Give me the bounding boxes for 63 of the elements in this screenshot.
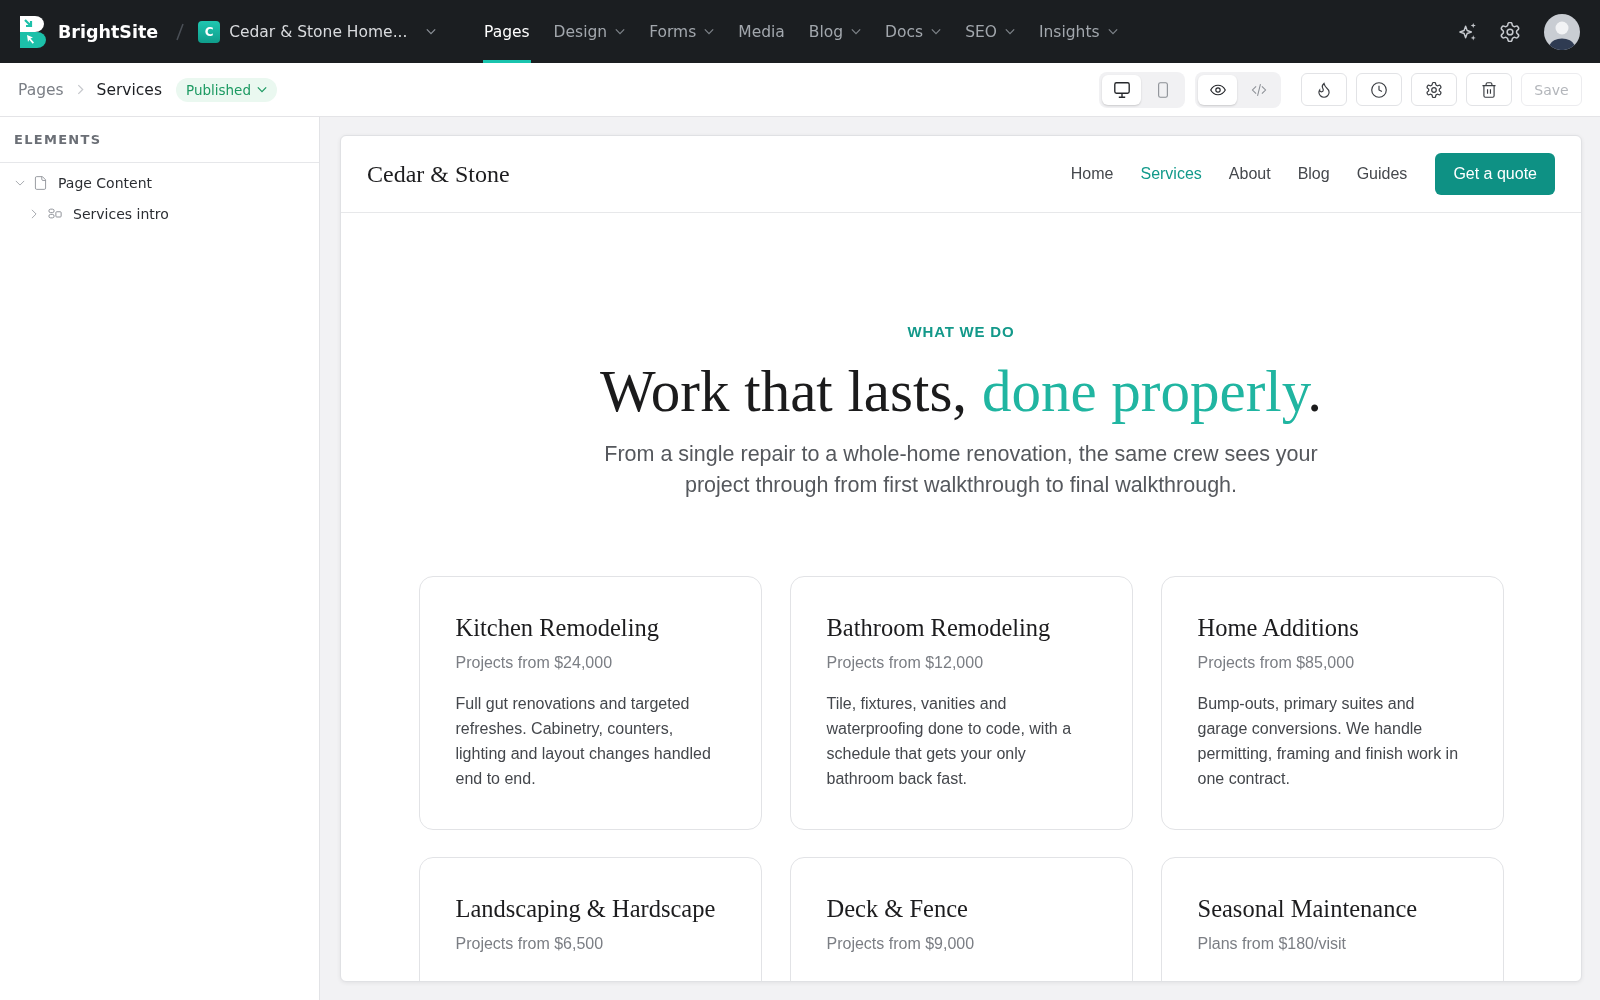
sparkle-icon (1458, 21, 1478, 42)
settings-icon (1426, 81, 1442, 98)
site-nav-link[interactable]: Services (1140, 165, 1202, 183)
flame-icon (1316, 81, 1332, 98)
logo-icon (20, 15, 46, 48)
card-price: Projects from $9,000 (826, 934, 976, 954)
nav-tab[interactable]: Docs (884, 0, 943, 63)
nav-tab[interactable]: Design (552, 0, 627, 63)
separator-line (176, 22, 185, 41)
card-title: Kitchen Remodeling (455, 613, 660, 643)
site-nav-link[interactable]: About (1228, 165, 1271, 183)
breadcrumb-current: Services (96, 80, 162, 99)
tree-item[interactable]: Services intro (0, 198, 319, 229)
page-settings-button[interactable] (1411, 73, 1457, 106)
card-price: Projects from $85,000 (1197, 653, 1356, 673)
trash-icon (1481, 81, 1497, 98)
card-price: Projects from $6,500 (455, 934, 605, 954)
theme-button[interactable] (1301, 73, 1347, 106)
monitor-icon (1113, 81, 1130, 98)
code-icon (1250, 81, 1267, 98)
settings-icon (1500, 21, 1520, 42)
chevron-right-icon (76, 84, 84, 95)
caret-icon (257, 86, 267, 93)
quote-button[interactable]: Get a quote (1435, 153, 1555, 195)
card-price: Projects from $24,000 (455, 653, 614, 673)
panel-title: ELEMENTS (14, 132, 102, 147)
nav-tab[interactable]: Insights (1037, 0, 1119, 63)
card-title: Bathroom Remodeling (826, 613, 1052, 643)
site-logo-text: Cedar & Stone (367, 160, 510, 188)
hero-headline: Work that lasts, done properly. (599, 358, 1323, 425)
nav-tab[interactable]: Blog (807, 0, 863, 63)
project-avatar: C (198, 20, 221, 43)
brand-name: BrightSite (58, 21, 159, 42)
view-mode-button[interactable] (1198, 74, 1237, 105)
card-description: Tile, fixtures, vanities and waterproofing done to code, with a schedule that gets your only bathroom back fast. (826, 694, 1073, 789)
nav-tab[interactable]: Forms (648, 0, 716, 63)
file-icon (34, 175, 47, 190)
nav-tab[interactable]: Media (737, 0, 786, 63)
card-price: Plans from $180/visit (1197, 934, 1347, 954)
caret-icon (426, 28, 437, 35)
card-title: Deck & Fence (826, 894, 969, 924)
project-switcher[interactable]: C Cedar & Stone Home... (198, 20, 437, 43)
card-price: Projects from $12,000 (826, 653, 985, 673)
device-mode-button[interactable] (1102, 74, 1141, 105)
nav-tab[interactable]: Pages (483, 0, 531, 63)
card-description: Bump-outs, primary suites and garage conversions. We handle permitting, framing and finish work in one contract. (1197, 694, 1460, 789)
site-nav-link[interactable]: Guides (1356, 165, 1408, 183)
clock-icon (1371, 81, 1387, 98)
card-title: Home Additions (1197, 613, 1360, 643)
site-nav-link[interactable]: Blog (1297, 165, 1330, 183)
card-title: Landscaping & Hardscape (455, 894, 717, 924)
history-button[interactable] (1356, 73, 1402, 106)
site-nav-link[interactable]: Home (1070, 165, 1114, 183)
hero-intro: From a single repair to a whole-home renovation, the same crew sees your project through from first walkthrough to final walkthrough. (603, 441, 1319, 499)
section-eyebrow: WHAT WE DO (907, 323, 1015, 340)
blocks-icon (48, 208, 62, 219)
delete-button[interactable] (1466, 73, 1512, 106)
card-description: Full gut renovations and targeted refreshes. Cabinetry, counters, lighting and layout changes handled end to end. (455, 694, 712, 789)
user-avatar[interactable] (1544, 13, 1580, 50)
breadcrumb-link[interactable]: Pages (18, 80, 64, 99)
tree-item[interactable]: Page Content (0, 167, 319, 198)
card-title: Seasonal Maintenance (1197, 894, 1419, 924)
nav-tab[interactable]: SEO (964, 0, 1016, 63)
